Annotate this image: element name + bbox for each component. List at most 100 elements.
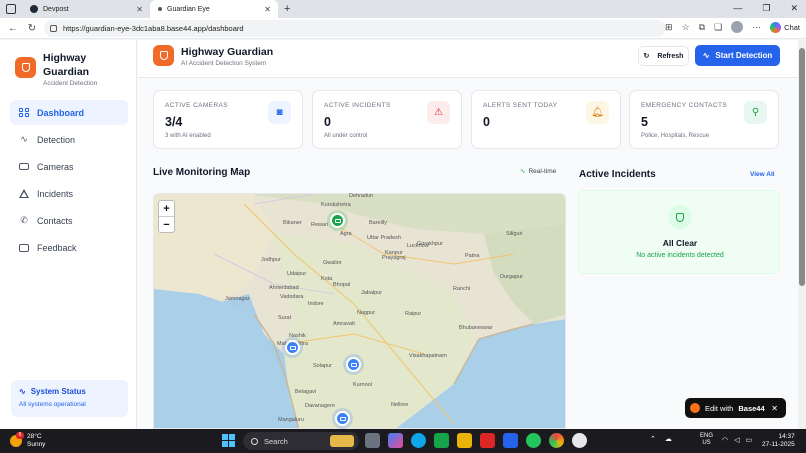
- collections-icon[interactable]: ❏: [714, 22, 722, 33]
- favorite-star-icon[interactable]: ☆: [682, 22, 690, 33]
- scrollbar-thumb[interactable]: [799, 48, 805, 286]
- edit-with-base44-badge[interactable]: Edit with Base44 ✕: [685, 398, 786, 418]
- grid-icon: [19, 107, 29, 118]
- reload-icon[interactable]: ↻: [26, 23, 38, 34]
- stat-card-active-incidents: ACTIVE INCIDENTS 0 All under control ⚠: [312, 90, 462, 149]
- sidebar-item-dashboard[interactable]: Dashboard: [10, 100, 128, 125]
- excel-icon[interactable]: [434, 433, 449, 448]
- url-field[interactable]: https://guardian-eye-3dc1aba8.base44.app…: [44, 20, 666, 37]
- battery-icon[interactable]: ▭: [746, 436, 753, 444]
- page-header: Highway Guardian AI Accident Detection S…: [138, 40, 798, 78]
- language-indicator[interactable]: ENG US: [700, 433, 713, 447]
- back-icon[interactable]: ←: [7, 23, 19, 34]
- camera-marker[interactable]: [346, 357, 361, 372]
- map-city-label: Kurnool: [353, 382, 372, 388]
- powerpoint-icon[interactable]: [480, 433, 495, 448]
- more-icon[interactable]: ⋯: [752, 22, 761, 33]
- sidebar-item-label: Incidents: [37, 188, 74, 199]
- camera-icon: [334, 218, 341, 223]
- task-view-icon[interactable]: [365, 433, 380, 448]
- address-bar-row: ← ↻ https://guardian-eye-3dc1aba8.base44…: [0, 18, 806, 39]
- sidebar-item-feedback[interactable]: Feedback: [10, 235, 128, 260]
- camera-marker[interactable]: [285, 340, 300, 355]
- profile-avatar[interactable]: [731, 21, 744, 33]
- map-city-label: Rewari: [311, 222, 329, 228]
- sidebar-item-contacts[interactable]: ✆ Contacts: [10, 208, 128, 233]
- weather-widget[interactable]: 6 28°C Sunny: [10, 432, 45, 449]
- tab-guardian-eye[interactable]: Guardian Eye ✕: [150, 0, 278, 18]
- window-controls: — ❐ ✕: [733, 3, 798, 14]
- map-city-label: Bikaner: [283, 220, 302, 226]
- copilot-chat-button[interactable]: Chat: [770, 21, 800, 33]
- sidebar-item-cameras[interactable]: Cameras: [10, 154, 128, 179]
- stat-card-emergency-contacts: EMERGENCY CONTACTS 5 Police, Hospitals, …: [629, 90, 779, 149]
- new-tab-button[interactable]: +: [284, 3, 290, 15]
- base44-logo-icon: [690, 403, 700, 413]
- bell-icon: 🔔︎: [586, 101, 609, 124]
- word-icon[interactable]: [503, 433, 518, 448]
- zoom-controls: + −: [158, 200, 175, 233]
- volume-icon[interactable]: ◁: [734, 436, 739, 444]
- alert-triangle-icon: [19, 189, 29, 199]
- chrome-icon[interactable]: [549, 433, 564, 448]
- close-icon[interactable]: ✕: [771, 404, 778, 413]
- refresh-button[interactable]: ↻ Refresh: [638, 46, 689, 66]
- chatgpt-icon[interactable]: [572, 433, 587, 448]
- map-city-label: Patna: [465, 253, 480, 259]
- zoom-in-button[interactable]: +: [159, 201, 174, 217]
- chevron-up-icon[interactable]: ⌃: [650, 435, 656, 443]
- tab-devpost[interactable]: Devpost ✕: [22, 0, 150, 18]
- extensions-icon[interactable]: ⧉: [699, 22, 705, 33]
- zoom-out-button[interactable]: −: [159, 217, 174, 233]
- sidebar-item-label: Dashboard: [37, 107, 85, 118]
- tab-actions-icon[interactable]: [6, 4, 16, 14]
- close-icon[interactable]: ✕: [136, 5, 143, 14]
- realtime-badge: ∿ Real-time: [520, 167, 557, 176]
- stat-card-active-cameras: ACTIVE CAMERAS 3/4 3 with AI enabled ◙: [153, 90, 303, 149]
- realtime-label: Real-time: [528, 167, 557, 175]
- start-detection-button[interactable]: ∿ Start Detection: [695, 45, 780, 66]
- map-city-label: Jodhpur: [261, 257, 281, 263]
- page-scrollbar[interactable]: [798, 40, 806, 429]
- maximize-button[interactable]: ❐: [762, 3, 770, 14]
- site-info-icon[interactable]: [50, 25, 57, 32]
- whatsapp-icon[interactable]: [526, 433, 541, 448]
- map-city-label: Nellore: [391, 402, 409, 408]
- taskbar: 6 28°C Sunny Search ⌃ ☁ ENG US ◠ ◁ ▭ 14:…: [0, 429, 806, 453]
- file-explorer-icon[interactable]: [457, 433, 472, 448]
- map-city-label: Raipur: [405, 311, 422, 317]
- sidebar-item-detection[interactable]: ∿ Detection: [10, 127, 128, 152]
- tray-status-icons: ◠ ◁ ▭: [722, 436, 752, 444]
- map-city-label: Mangaluru: [278, 417, 304, 423]
- sidebar-item-label: Cameras: [37, 161, 74, 172]
- apps-icon[interactable]: ⊞: [665, 22, 673, 33]
- system-status-card: ∿ System Status All systems operational: [11, 380, 128, 417]
- map-city-label: Kota: [321, 276, 333, 282]
- close-window-button[interactable]: ✕: [790, 3, 798, 14]
- close-icon[interactable]: ✕: [264, 5, 271, 14]
- page-subtitle: AI Accident Detection System: [181, 60, 267, 67]
- minimize-button[interactable]: —: [733, 3, 742, 14]
- edge-icon[interactable]: [411, 433, 426, 448]
- map-city-label: Amravati: [333, 321, 355, 327]
- windows-start-icon[interactable]: [222, 434, 235, 447]
- map-pin-marker[interactable]: [330, 213, 345, 228]
- cloud-icon[interactable]: ☁: [665, 435, 672, 443]
- app-viewport: Highway Guardian Accident Detection Dash…: [0, 40, 798, 429]
- wifi-icon[interactable]: ◠: [722, 436, 728, 444]
- map-city-label: Indore: [308, 301, 324, 307]
- view-all-link[interactable]: View All: [750, 171, 775, 178]
- incidents-empty-state: All Clear No active incidents detected: [578, 190, 780, 274]
- camera-marker[interactable]: [335, 411, 350, 426]
- map-city-label: Dehradun: [349, 193, 374, 199]
- copilot-app-icon[interactable]: [388, 433, 403, 448]
- sidebar-item-incidents[interactable]: Incidents: [10, 181, 128, 206]
- clock[interactable]: 14:37 27-11-2025: [762, 433, 795, 449]
- map-city-label: Gwalior: [323, 260, 342, 266]
- map-city-label: Prayagraj: [382, 255, 406, 261]
- tab-label: Guardian Eye: [167, 5, 210, 13]
- taskbar-search[interactable]: Search: [243, 432, 359, 450]
- stat-note: All under control: [324, 133, 368, 139]
- map-city-label: Jabalpur: [361, 290, 383, 296]
- map-city-label: Nashik: [289, 333, 306, 339]
